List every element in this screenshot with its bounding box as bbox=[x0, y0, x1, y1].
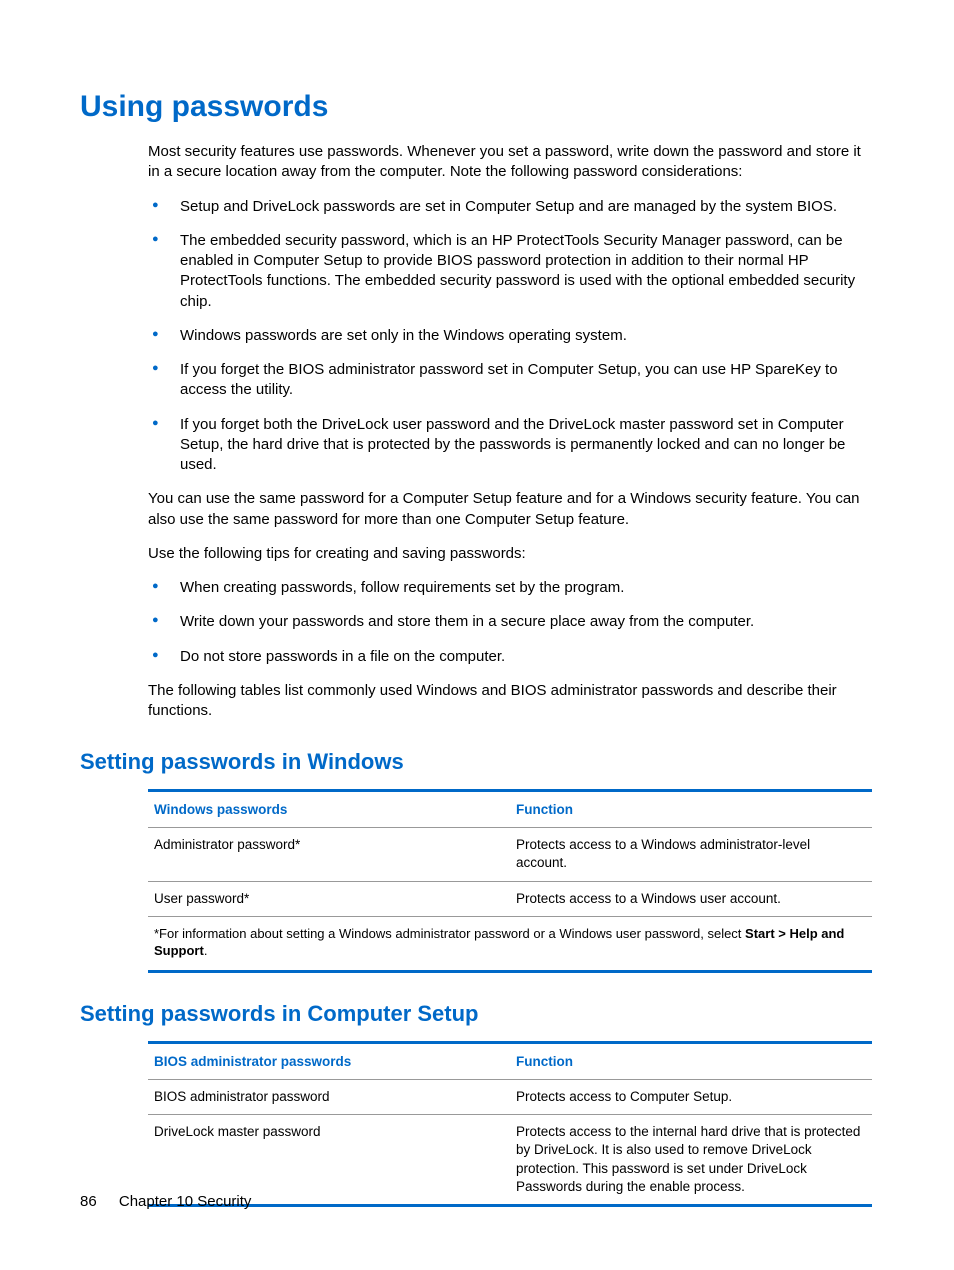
table-row: User password* Protects access to a Wind… bbox=[148, 881, 872, 916]
table-cell: Protects access to a Windows user accoun… bbox=[510, 881, 872, 916]
tips-list: When creating passwords, follow requirem… bbox=[148, 578, 874, 667]
table-footnote: *For information about setting a Windows… bbox=[148, 916, 872, 971]
paragraph: The following tables list commonly used … bbox=[148, 681, 874, 722]
table-cell: BIOS administrator password bbox=[148, 1080, 510, 1115]
table-cell: Protects access to the internal hard dri… bbox=[510, 1115, 872, 1206]
list-item: When creating passwords, follow requirem… bbox=[148, 578, 874, 598]
intro-paragraph: Most security features use passwords. Wh… bbox=[148, 142, 874, 183]
table-header: Function bbox=[510, 1043, 872, 1080]
table-header: Function bbox=[510, 791, 872, 828]
table-cell: Administrator password* bbox=[148, 828, 510, 881]
table-cell: Protects access to a Windows administrat… bbox=[510, 828, 872, 881]
table-footnote-row: *For information about setting a Windows… bbox=[148, 916, 872, 971]
list-item: Setup and DriveLock passwords are set in… bbox=[148, 197, 874, 217]
list-item: The embedded security password, which is… bbox=[148, 231, 874, 312]
considerations-list: Setup and DriveLock passwords are set in… bbox=[148, 197, 874, 476]
table-cell: DriveLock master password bbox=[148, 1115, 510, 1206]
page-footer: 86 Chapter 10 Security bbox=[80, 1193, 251, 1210]
body-content: Most security features use passwords. Wh… bbox=[148, 142, 874, 721]
list-item: If you forget the BIOS administrator pas… bbox=[148, 360, 874, 401]
table-row: Administrator password* Protects access … bbox=[148, 828, 872, 881]
page-number: 86 bbox=[80, 1193, 97, 1210]
footnote-text: . bbox=[204, 943, 208, 958]
chapter-label: Chapter 10 Security bbox=[119, 1193, 252, 1210]
bios-passwords-table: BIOS administrator passwords Function BI… bbox=[148, 1041, 872, 1207]
page-heading: Using passwords bbox=[80, 90, 874, 124]
list-item: Windows passwords are set only in the Wi… bbox=[148, 326, 874, 346]
paragraph: Use the following tips for creating and … bbox=[148, 544, 874, 564]
table-cell: User password* bbox=[148, 881, 510, 916]
table-header: Windows passwords bbox=[148, 791, 510, 828]
windows-passwords-table: Windows passwords Function Administrator… bbox=[148, 789, 872, 973]
table-row: DriveLock master password Protects acces… bbox=[148, 1115, 872, 1206]
table-row: BIOS administrator password Protects acc… bbox=[148, 1080, 872, 1115]
footnote-text: *For information about setting a Windows… bbox=[154, 926, 745, 941]
section-heading-computer-setup: Setting passwords in Computer Setup bbox=[80, 1001, 874, 1027]
table-header: BIOS administrator passwords bbox=[148, 1043, 510, 1080]
table-cell: Protects access to Computer Setup. bbox=[510, 1080, 872, 1115]
paragraph: You can use the same password for a Comp… bbox=[148, 489, 874, 530]
section-heading-windows: Setting passwords in Windows bbox=[80, 749, 874, 775]
list-item: Do not store passwords in a file on the … bbox=[148, 647, 874, 667]
list-item: If you forget both the DriveLock user pa… bbox=[148, 415, 874, 476]
list-item: Write down your passwords and store them… bbox=[148, 612, 874, 632]
